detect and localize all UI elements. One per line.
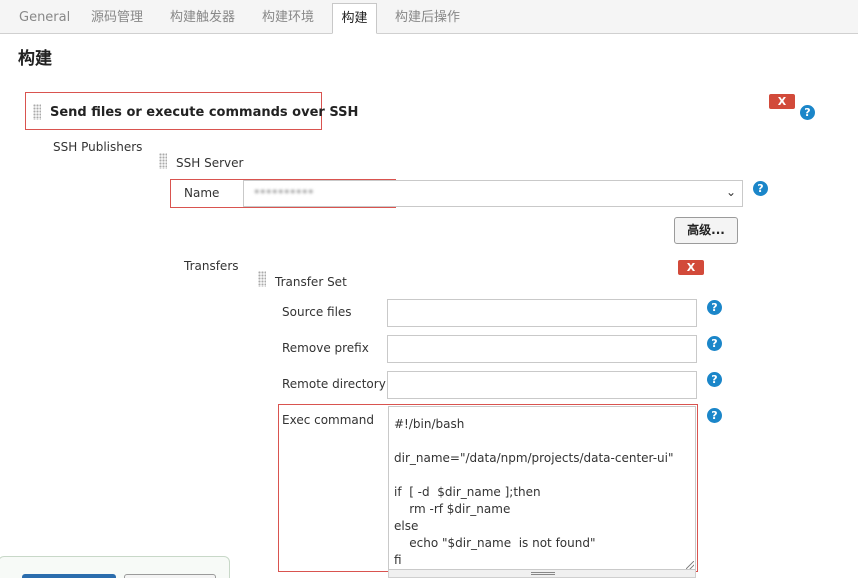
tab-build[interactable]: 构建: [332, 3, 377, 34]
remote-directory-label: Remote directory: [282, 377, 386, 391]
help-icon[interactable]: ?: [707, 300, 722, 315]
section-title: 构建: [18, 49, 52, 69]
transfer-set-heading: Transfer Set: [275, 275, 347, 289]
tab-build-triggers[interactable]: 构建触发器: [166, 6, 239, 34]
save-button[interactable]: [22, 574, 116, 578]
remote-directory-input[interactable]: [387, 371, 697, 399]
build-step-title: Send files or execute commands over SSH: [50, 105, 359, 120]
name-label: Name: [184, 186, 220, 200]
ssh-server-name-value: **********: [254, 187, 314, 200]
drag-handle-icon[interactable]: [258, 271, 266, 287]
ssh-publishers-label: SSH Publishers: [53, 140, 143, 154]
help-icon[interactable]: ?: [707, 408, 722, 423]
remove-prefix-input[interactable]: [387, 335, 697, 363]
ssh-server-heading: SSH Server: [176, 156, 244, 170]
ssh-server-name-select[interactable]: ********** ⌄: [243, 180, 743, 207]
chevron-down-icon: ⌄: [725, 185, 736, 199]
exec-command-textarea[interactable]: #!/bin/bash dir_name="/data/npm/projects…: [388, 406, 696, 570]
delete-build-step-button[interactable]: X: [769, 94, 795, 109]
help-icon[interactable]: ?: [707, 372, 722, 387]
apply-button[interactable]: [124, 574, 216, 578]
tab-build-environment[interactable]: 构建环境: [258, 6, 318, 34]
tab-general[interactable]: General: [15, 6, 74, 34]
advanced-button[interactable]: 高级...: [674, 217, 738, 244]
delete-transfer-set-button[interactable]: X: [678, 260, 704, 275]
grip-lines-icon: [531, 572, 555, 575]
resize-handle-icon[interactable]: [686, 561, 694, 569]
drag-handle-icon[interactable]: [159, 153, 167, 169]
drag-handle-icon[interactable]: [33, 104, 41, 120]
tab-post-build-actions[interactable]: 构建后操作: [391, 6, 464, 34]
help-icon[interactable]: ?: [753, 181, 768, 196]
help-icon[interactable]: ?: [707, 336, 722, 351]
exec-command-label: Exec command: [282, 413, 375, 427]
help-icon[interactable]: ?: [800, 105, 815, 120]
source-files-input[interactable]: [387, 299, 697, 327]
remove-prefix-label: Remove prefix: [282, 341, 369, 355]
transfers-label: Transfers: [184, 259, 239, 273]
textarea-expand-handle[interactable]: [388, 570, 696, 578]
source-files-label: Source files: [282, 305, 352, 319]
tab-bar: General 源码管理 构建触发器 构建环境 构建 构建后操作: [0, 0, 858, 34]
tab-source-management[interactable]: 源码管理: [87, 6, 147, 34]
